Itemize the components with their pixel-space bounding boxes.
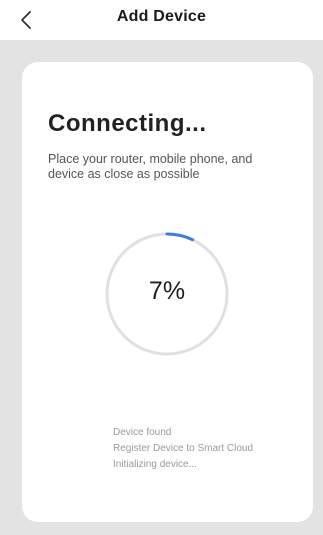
- progress-ring: 7%: [104, 231, 230, 357]
- card-subtitle: Place your router, mobile phone, and dev…: [48, 152, 253, 181]
- connection-card: Connecting... Place your router, mobile …: [22, 62, 313, 522]
- status-list: Device found Register Device to Smart Cl…: [113, 425, 253, 473]
- card-title: Connecting...: [48, 110, 207, 137]
- status-step-device-found: Device found: [113, 427, 172, 438]
- content-area: Connecting... Place your router, mobile …: [0, 40, 323, 535]
- status-step-initializing: Initializing device...: [113, 459, 197, 470]
- status-step-register-cloud: Register Device to Smart Cloud: [113, 443, 254, 454]
- nav-bar: Add Device: [0, 0, 323, 40]
- progress-percent: 7%: [148, 277, 186, 305]
- page-title: Add Device: [116, 8, 207, 25]
